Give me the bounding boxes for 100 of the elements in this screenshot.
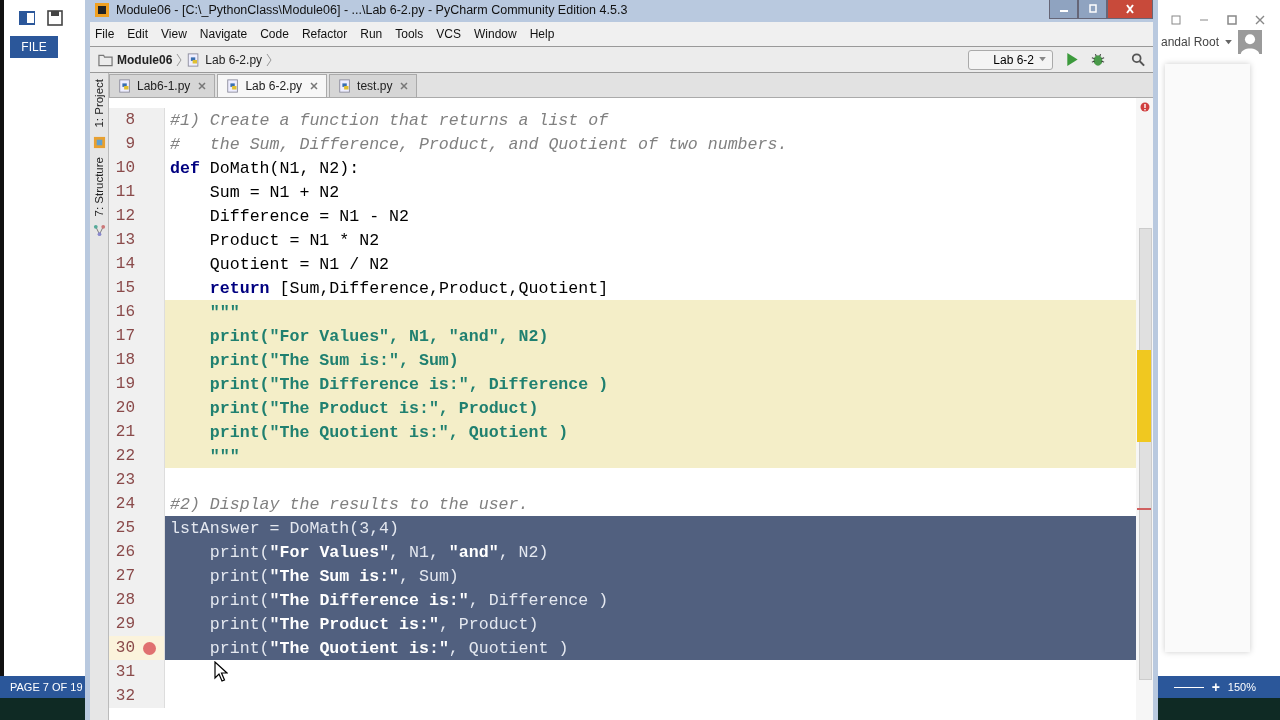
restore-button[interactable] bbox=[1078, 0, 1107, 19]
python-file-icon bbox=[118, 79, 132, 93]
line-number: 9 bbox=[124, 135, 135, 153]
line-number: 19 bbox=[114, 375, 135, 393]
editor-tab[interactable]: test.py bbox=[329, 74, 418, 97]
menu-item[interactable]: Help bbox=[529, 27, 555, 41]
run-icon[interactable] bbox=[1065, 52, 1079, 67]
close-icon bbox=[1124, 4, 1136, 14]
code-line: print("The Sum is:", Sum) bbox=[208, 566, 459, 586]
code-line: Quotient = N1 / N2 bbox=[208, 254, 390, 274]
python-file-icon bbox=[226, 79, 241, 93]
menu-item[interactable]: Refactor bbox=[301, 27, 348, 41]
code-line: print("For Values", N1, "and", N2) bbox=[208, 542, 549, 562]
line-number: 22 bbox=[114, 447, 135, 465]
code-line: #1) Create a function that returns a list of bbox=[170, 110, 609, 130]
line-number: 23 bbox=[114, 471, 135, 489]
line-number: 20 bbox=[114, 399, 135, 417]
code-line: Difference = N1 - N2 bbox=[208, 206, 409, 226]
structure-icon bbox=[92, 224, 106, 238]
code-line: # the Sum, Difference, Product, and Quotient of two numbers. bbox=[170, 134, 788, 154]
run-config-dropdown[interactable]: Lab 6-2 bbox=[968, 49, 1053, 70]
restore-icon bbox=[1086, 4, 1099, 14]
line-number: 27 bbox=[114, 567, 135, 585]
editor-tab[interactable]: Lab 6-2.py bbox=[217, 74, 328, 97]
tool-window-tab[interactable]: 7: Structure bbox=[93, 156, 105, 217]
page-count: PAGE 7 OF 19 bbox=[10, 681, 83, 693]
line-number: 14 bbox=[114, 255, 135, 273]
menu-item[interactable]: Run bbox=[360, 27, 383, 41]
menu-item[interactable]: Navigate bbox=[199, 27, 248, 41]
python-file-icon bbox=[338, 79, 353, 93]
python-file-icon bbox=[186, 52, 202, 67]
line-number: 28 bbox=[114, 591, 135, 609]
app-icon bbox=[94, 2, 110, 18]
code-line: Product = N1 * N2 bbox=[208, 230, 380, 250]
zoom-in-button[interactable]: + bbox=[1211, 679, 1220, 695]
window-title: Module06 - [C:\_PythonClass\Module06] - ...\Lab 6-2.py - PyCharm Community Edition 4.5.3 bbox=[116, 3, 628, 17]
close-icon[interactable] bbox=[310, 82, 319, 90]
chevron-icon bbox=[176, 52, 183, 67]
zoom-level: 150% bbox=[1227, 681, 1256, 693]
restore-icon[interactable] bbox=[1170, 14, 1182, 26]
line-number: 17 bbox=[114, 327, 135, 345]
line-number: 16 bbox=[114, 303, 135, 321]
menu-item[interactable]: VCS bbox=[436, 27, 461, 41]
editor-tab[interactable]: Lab6-1.py bbox=[109, 74, 216, 97]
menu-item[interactable]: Code bbox=[260, 27, 289, 41]
breadcrumb-item[interactable]: Module06 bbox=[117, 52, 173, 67]
close-icon[interactable] bbox=[400, 82, 409, 90]
code-line: """ bbox=[208, 446, 240, 466]
line-number: 12 bbox=[114, 207, 135, 225]
breadcrumb-item[interactable]: Lab 6-2.py bbox=[205, 52, 263, 67]
code-line: Sum = N1 + N2 bbox=[208, 182, 340, 202]
minimize-button[interactable] bbox=[1049, 0, 1078, 19]
menu-item[interactable]: File bbox=[95, 27, 115, 41]
menu-item[interactable]: Window bbox=[473, 27, 517, 41]
line-number: 31 bbox=[114, 663, 135, 681]
error-icon[interactable] bbox=[1140, 102, 1150, 112]
code-line: def DoMath(N1, N2): bbox=[170, 158, 360, 178]
code-line: print("The Quotient is:", Quotient ) bbox=[208, 638, 569, 658]
line-number: 18 bbox=[114, 351, 135, 369]
bug-icon[interactable] bbox=[1091, 52, 1105, 67]
line-number: 29 bbox=[114, 615, 135, 633]
chevron-icon bbox=[266, 52, 273, 67]
code-line: print("For Values", N1, "and", N2) bbox=[208, 326, 549, 346]
close-button[interactable] bbox=[1107, 0, 1153, 19]
code-line: print("The Product is:", Product) bbox=[208, 614, 539, 634]
caret-icon bbox=[1039, 57, 1046, 62]
close-icon[interactable] bbox=[198, 82, 207, 90]
menu-item[interactable]: Edit bbox=[127, 27, 149, 41]
line-number: 25 bbox=[114, 519, 135, 537]
code-line: print("The Product is:", Product) bbox=[208, 398, 539, 418]
search-icon[interactable] bbox=[1131, 52, 1145, 67]
code-line: print("The Quotient is:", Quotient ) bbox=[208, 422, 569, 442]
pycharm-icon bbox=[92, 135, 106, 149]
line-number: 15 bbox=[114, 279, 135, 297]
code-line: lstAnswer = DoMath(3,4) bbox=[170, 518, 400, 538]
avatar-icon[interactable] bbox=[1238, 30, 1262, 54]
code-line: #2) Display the results to the user. bbox=[170, 494, 529, 514]
line-number: 11 bbox=[114, 183, 135, 201]
code-line: return [Sum,Difference,Product,Quotient] bbox=[208, 278, 609, 298]
code-line: print("The Sum is:", Sum) bbox=[208, 350, 459, 370]
line-number: 32 bbox=[114, 687, 135, 705]
file-tab[interactable]: FILE bbox=[10, 36, 58, 58]
maximize-icon[interactable] bbox=[1226, 14, 1238, 26]
line-number: 30 bbox=[114, 639, 135, 657]
word-icon[interactable] bbox=[18, 9, 36, 27]
breakpoint-marker[interactable] bbox=[143, 641, 156, 655]
menu-item[interactable]: View bbox=[161, 27, 187, 41]
line-number: 26 bbox=[114, 543, 135, 561]
menu-item[interactable]: Tools bbox=[395, 27, 424, 41]
line-number: 8 bbox=[124, 111, 135, 129]
line-number: 24 bbox=[114, 495, 135, 513]
code-line: print("The Difference is:", Difference ) bbox=[208, 590, 609, 610]
tool-window-tab[interactable]: 1: Project bbox=[93, 79, 105, 128]
close-icon[interactable] bbox=[1254, 14, 1266, 26]
line-number: 10 bbox=[114, 159, 135, 177]
caret-icon[interactable] bbox=[1225, 39, 1232, 45]
line-number: 21 bbox=[114, 423, 135, 441]
user-name[interactable]: andal Root bbox=[1160, 35, 1219, 49]
code-line: """ bbox=[208, 302, 240, 322]
save-icon[interactable] bbox=[46, 9, 64, 27]
